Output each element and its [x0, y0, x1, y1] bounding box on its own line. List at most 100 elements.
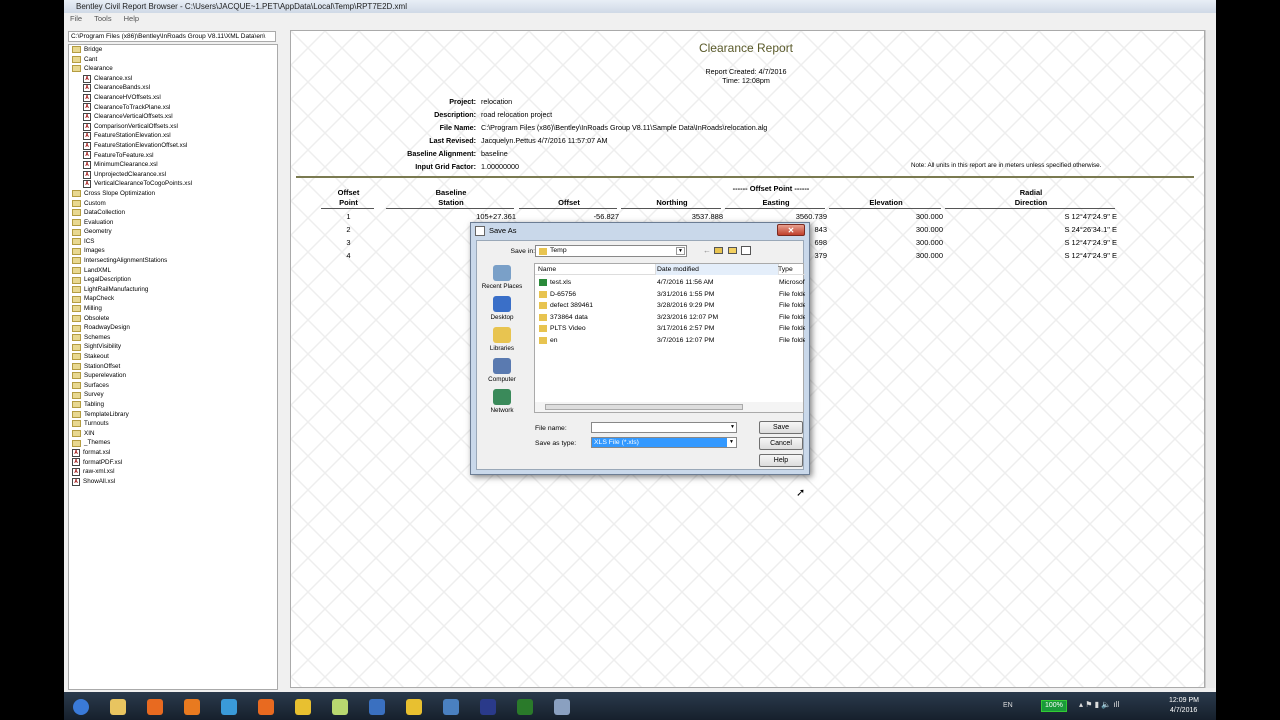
view-menu-icon[interactable] — [741, 246, 751, 255]
taskbar-sticky-notes[interactable] — [325, 696, 355, 718]
save-type-dropdown[interactable]: XLS File (*.xls) ▼ — [591, 437, 737, 448]
save-button[interactable]: Save — [759, 421, 803, 434]
tree-item[interactable]: _Themes — [69, 438, 277, 448]
cancel-button[interactable]: Cancel — [759, 437, 803, 450]
tree-item[interactable]: DataCollection — [69, 208, 277, 218]
tree-item[interactable]: A FeatureStationElevation.xsl — [69, 131, 277, 141]
help-button[interactable]: Help — [759, 454, 803, 467]
place-recent-places[interactable]: Recent Places — [479, 265, 525, 290]
tree-item[interactable]: Bridge — [69, 45, 277, 55]
save-in-dropdown[interactable]: Temp ▼ — [535, 245, 687, 257]
tree-item[interactable]: Schemes — [69, 333, 277, 343]
close-button[interactable]: ✕ — [777, 224, 805, 236]
clock-date[interactable]: 4/7/2016 — [1170, 707, 1197, 714]
taskbar-outlook[interactable] — [177, 696, 207, 718]
place-computer[interactable]: Computer — [479, 358, 525, 383]
clock-time[interactable]: 12:09 PM — [1169, 697, 1199, 704]
tree-item[interactable]: Geometry — [69, 227, 277, 237]
new-folder-icon[interactable] — [728, 247, 737, 254]
battery-indicator[interactable]: 100% — [1041, 700, 1067, 712]
tree-item[interactable]: A ClearanceToTrackPlane.xsl — [69, 103, 277, 113]
tree-item[interactable]: A ShowAll.xsl — [69, 477, 277, 487]
file-row[interactable]: en 3/7/2016 12:07 PM File folder — [535, 335, 805, 347]
column-type[interactable]: Type — [778, 264, 793, 275]
tree-item[interactable]: LandXML — [69, 266, 277, 276]
taskbar-file-explorer[interactable] — [103, 696, 133, 718]
tree-item[interactable]: A ClearanceVerticalOffsets.xsl — [69, 112, 277, 122]
scroll-thumb[interactable] — [545, 404, 743, 410]
tree-item[interactable]: Survey — [69, 390, 277, 400]
taskbar-lync[interactable] — [362, 696, 392, 718]
tree-item[interactable]: Turnouts — [69, 419, 277, 429]
column-date-modified[interactable]: Date modified — [655, 264, 779, 275]
taskbar-windows-start[interactable] — [66, 696, 96, 718]
tree-item[interactable]: A FeatureStationElevationOffset.xsl — [69, 141, 277, 151]
taskbar-remote-desktop[interactable] — [436, 696, 466, 718]
taskbar-phone[interactable] — [399, 696, 429, 718]
file-row[interactable]: D-65756 3/31/2016 1:55 PM File folder — [535, 289, 805, 301]
taskbar-firefox[interactable] — [251, 696, 281, 718]
tree-item[interactable]: LightRailManufacturing — [69, 285, 277, 295]
tree-item[interactable]: Milling — [69, 304, 277, 314]
column-name[interactable]: Name — [538, 264, 556, 275]
tree-item[interactable]: Custom — [69, 199, 277, 209]
place-desktop[interactable]: Desktop — [479, 296, 525, 321]
tree-item[interactable]: A Clearance.xsl — [69, 74, 277, 84]
language-indicator[interactable]: EN — [1003, 702, 1013, 709]
tree-item[interactable]: Surfaces — [69, 381, 277, 391]
tree-item[interactable]: Tabling — [69, 400, 277, 410]
tree-item[interactable]: Obsolete — [69, 314, 277, 324]
file-row[interactable]: PLTS Video 3/17/2016 2:57 PM File folder — [535, 323, 805, 335]
tree-item[interactable]: A VerticalClearanceToCogoPoints.xsl — [69, 179, 277, 189]
tree-item[interactable]: A MinimumClearance.xsl — [69, 160, 277, 170]
vertical-scrollbar[interactable] — [1205, 30, 1215, 688]
tree-item[interactable]: AformatPDF.xsl — [69, 458, 277, 468]
tree-item[interactable]: XIN — [69, 429, 277, 439]
taskbar-chrome[interactable] — [288, 696, 318, 718]
taskbar-report-browser[interactable] — [547, 696, 577, 718]
file-row[interactable]: 373864 data 3/23/2016 12:07 PM File folder — [535, 312, 805, 324]
up-folder-icon[interactable] — [714, 247, 723, 254]
file-row[interactable]: defect 389461 3/28/2016 9:29 PM File folde… — [535, 300, 805, 312]
file-name-input[interactable]: ▼ — [591, 422, 737, 433]
place-libraries[interactable]: Libraries — [479, 327, 525, 352]
taskbar-camtasia[interactable] — [510, 696, 540, 718]
tree-item[interactable]: Cross Slope Optimization — [69, 189, 277, 199]
tree-item[interactable]: A FeatureToFeature.xsl — [69, 151, 277, 161]
folder-path-field[interactable]: C:\Program Files (x86)\Bentley\InRoads G… — [68, 31, 276, 42]
place-network[interactable]: Network — [479, 389, 525, 414]
horizontal-scrollbar[interactable] — [535, 402, 803, 412]
tree-item[interactable]: StationOffset — [69, 362, 277, 372]
taskbar-internet-explorer[interactable] — [214, 696, 244, 718]
file-name: PLTS Video — [550, 325, 586, 332]
tree-item[interactable]: Superelevation — [69, 371, 277, 381]
tree-item[interactable]: MapCheck — [69, 294, 277, 304]
tree-item[interactable]: Evaluation — [69, 218, 277, 228]
tree-item[interactable]: ICS — [69, 237, 277, 247]
menu-tools[interactable]: Tools — [94, 14, 112, 23]
tree-item[interactable]: Images — [69, 246, 277, 256]
menu-file[interactable]: File — [70, 14, 82, 23]
taskbar-mathcad[interactable] — [473, 696, 503, 718]
tree-item[interactable]: RoadwayDesign — [69, 323, 277, 333]
tree-item[interactable]: Aformat.xsl — [69, 448, 277, 458]
tree-item[interactable]: Cant — [69, 55, 277, 65]
back-icon[interactable]: ← — [703, 246, 711, 255]
tree-item[interactable]: A ClearanceBands.xsl — [69, 83, 277, 93]
tree-item[interactable]: A UnprojectedClearance.xsl — [69, 170, 277, 180]
tree-item[interactable]: IntersectingAlignmentStations — [69, 256, 277, 266]
menu-help[interactable]: Help — [124, 14, 139, 23]
tree-item-label: Bridge — [84, 46, 103, 53]
tree-item[interactable]: SightVisibility — [69, 342, 277, 352]
tree-item[interactable]: LegalDescription — [69, 275, 277, 285]
tree-item[interactable]: TemplateLibrary — [69, 410, 277, 420]
taskbar-media-player[interactable] — [140, 696, 170, 718]
tray-icons[interactable]: ▴ ⚑ ▮ 🔈 ıll — [1079, 700, 1119, 709]
tree-item[interactable]: Araw-xml.xsl — [69, 467, 277, 477]
tree-item[interactable]: Stakeout — [69, 352, 277, 362]
file-row[interactable]: test.xls 4/7/2016 11:56 AM Microsoft — [535, 277, 805, 289]
tree-item[interactable]: Clearance — [69, 64, 277, 74]
table-cell: 105+27.361 — [476, 212, 516, 221]
tree-item[interactable]: A ClearanceHVOffsets.xsl — [69, 93, 277, 103]
tree-item[interactable]: A ComparisonVerticalOffsets.xsl — [69, 122, 277, 132]
